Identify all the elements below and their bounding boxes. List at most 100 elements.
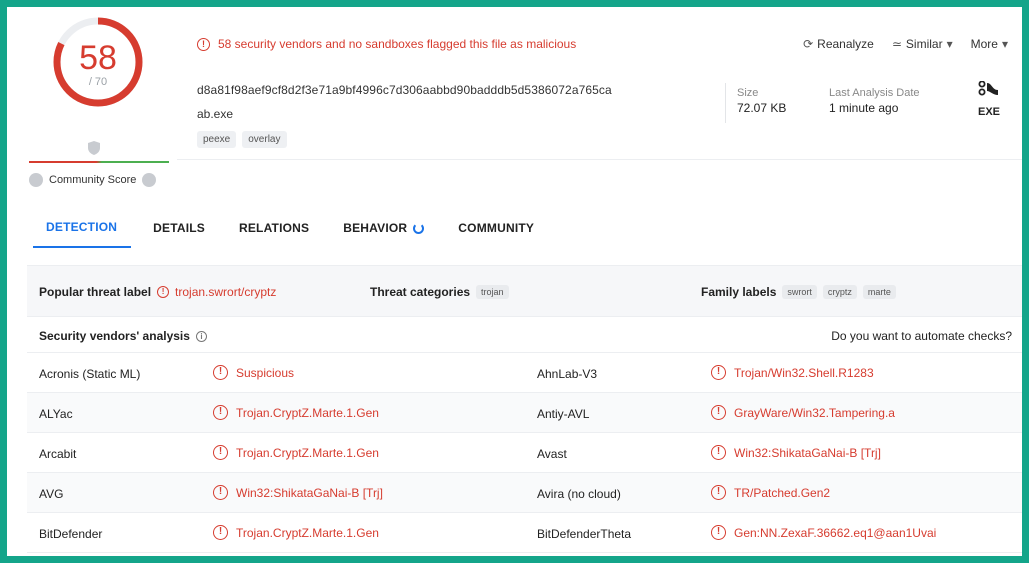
vendor-name: BitDefenderTheta — [537, 527, 632, 541]
result-text: Trojan.CryptZ.Marte.1.Gen — [236, 405, 379, 420]
date-value: 1 minute ago — [829, 101, 899, 115]
vendor-name: Acronis (Static ML) — [39, 367, 141, 381]
tab-bar: DETECTION DETAILS RELATIONS BEHAVIOR COM… — [33, 213, 568, 248]
reanalyze-label: Reanalyze — [817, 37, 874, 51]
alert-icon: ! — [711, 485, 726, 500]
header-actions: ⟳ Reanalyze ≃ Similar ▾ More ▾ — [803, 37, 1008, 51]
alert-icon: ! — [213, 405, 228, 420]
similar-button[interactable]: ≃ Similar ▾ — [892, 37, 953, 51]
alert-icon: ! — [213, 485, 228, 500]
popular-label: Popular threat label — [39, 285, 152, 299]
vendor-name: Arcabit — [39, 447, 77, 461]
file-name: ab.exe — [197, 107, 234, 121]
vendor-name: Avira (no cloud) — [537, 487, 621, 501]
shield-icon — [88, 141, 100, 155]
popular-value[interactable]: trojan.swrort/cryptz — [175, 285, 276, 299]
vendor-name: AhnLab-V3 — [537, 367, 598, 381]
loading-spinner-icon — [413, 222, 425, 234]
divider — [177, 159, 1022, 160]
family-label: Family labels — [701, 285, 777, 299]
result-text: Win32:ShikataGaNai-B [Trj] — [236, 485, 383, 500]
alert-icon: ! — [197, 37, 210, 51]
family-chip[interactable]: swrort — [782, 285, 817, 299]
detection-count: 58 — [79, 39, 117, 77]
vendor-result: ! GrayWare/Win32.Tampering.a — [711, 405, 895, 420]
alert-icon: ! — [711, 525, 726, 540]
info-icon[interactable]: i — [195, 330, 207, 342]
divider — [725, 83, 726, 123]
tab-behavior-label: BEHAVIOR — [343, 221, 408, 235]
category-chip[interactable]: trojan — [476, 285, 509, 299]
tab-relations[interactable]: RELATIONS — [239, 213, 309, 248]
categories-label: Threat categories — [370, 285, 471, 299]
vendor-name: Antiy-AVL — [537, 407, 590, 421]
vendors-title: Security vendors' analysis i — [39, 329, 207, 343]
result-text: Trojan.CryptZ.Marte.1.Gen — [236, 525, 379, 540]
table-row: AVG ! Win32:ShikataGaNai-B [Trj] Avira (n… — [27, 473, 1022, 513]
vendor-result: ! Trojan.CryptZ.Marte.1.Gen — [213, 445, 379, 460]
result-text: GrayWare/Win32.Tampering.a — [734, 405, 895, 420]
vendor-result: ! Win32:ShikataGaNai-B [Trj] — [711, 445, 881, 460]
vendor-name: BitDefender — [39, 527, 103, 541]
refresh-icon: ⟳ — [803, 37, 814, 51]
date-label: Last Analysis Date — [829, 87, 920, 99]
vendor-result: ! Trojan.CryptZ.Marte.1.Gen — [213, 525, 379, 540]
vendor-result: ! Win32:ShikataGaNai-B [Trj] — [213, 485, 383, 500]
threat-categories: Threat categories trojan — [370, 285, 509, 299]
alert-icon: ! — [157, 286, 170, 298]
executable-icon — [978, 80, 998, 96]
size-value: 72.07 KB — [737, 101, 787, 115]
alert-icon: ! — [711, 445, 726, 460]
thumbs-down-icon[interactable] — [29, 173, 43, 187]
engine-total: / 70 — [88, 76, 108, 88]
community-score: Community Score — [29, 171, 169, 189]
size-label: Size — [737, 87, 759, 99]
table-row: ALYac ! Trojan.CryptZ.Marte.1.Gen Antiy-A… — [27, 393, 1022, 433]
thumbs-up-icon[interactable] — [142, 173, 157, 187]
vendor-result: ! TR/Patched.Gen2 — [711, 485, 830, 500]
malicious-alert: ! 58 security vendors and no sandboxes f… — [197, 37, 576, 51]
vendors-title-text: Security vendors' analysis — [39, 329, 190, 343]
more-button[interactable]: More ▾ — [971, 37, 1008, 51]
alert-icon: ! — [711, 405, 726, 420]
vendors-table: Acronis (Static ML) ! Suspicious AhnLab-V… — [27, 353, 1022, 553]
alert-icon: ! — [213, 445, 228, 460]
file-type: EXE — [969, 80, 1009, 118]
similar-label: Similar — [905, 37, 943, 51]
vendor-result: ! Suspicious — [213, 365, 294, 380]
file-tags: peexe overlay — [197, 131, 287, 148]
file-size: Size 72.07 KB — [737, 87, 786, 115]
family-chip[interactable]: cryptz — [822, 285, 857, 299]
tab-details[interactable]: DETAILS — [153, 213, 205, 248]
tab-community[interactable]: COMMUNITY — [458, 213, 534, 248]
alert-text: 58 security vendors and no sandboxes fla… — [218, 37, 577, 51]
file-hash[interactable]: d8a81f98aef9cf8d2f3e71a9bf4996c7d306aabb… — [197, 83, 612, 97]
vendors-header: Security vendors' analysis i Do you want… — [27, 317, 1022, 353]
tab-behavior[interactable]: BEHAVIOR — [343, 213, 425, 248]
automate-checks-link[interactable]: Do you want to automate checks? — [831, 329, 1012, 343]
result-text: Suspicious — [236, 365, 295, 380]
table-row: BitDefender ! Trojan.CryptZ.Marte.1.Gen B… — [27, 513, 1022, 553]
file-type-label: EXE — [977, 106, 1000, 118]
vendor-result: ! Gen:NN.ZexaF.36662.eq1@aan1Uvai — [711, 525, 936, 540]
vendor-name: Avast — [537, 447, 567, 461]
family-chip[interactable]: marte — [862, 285, 896, 299]
vendor-name: ALYac — [39, 407, 73, 421]
tag-peexe[interactable]: peexe — [197, 131, 237, 148]
vendor-result: ! Trojan.CryptZ.Marte.1.Gen — [213, 405, 379, 420]
caret-down-icon: ▾ — [946, 37, 953, 51]
table-row: Arcabit ! Trojan.CryptZ.Marte.1.Gen Avast… — [27, 433, 1022, 473]
community-score-label: Community Score — [49, 174, 137, 186]
more-label: More — [970, 37, 998, 51]
tag-overlay[interactable]: overlay — [242, 131, 287, 148]
vendor-name: AVG — [39, 487, 64, 501]
reanalyze-button[interactable]: ⟳ Reanalyze — [803, 37, 874, 51]
equals-icon: ≃ — [891, 37, 902, 51]
result-text: Trojan.CryptZ.Marte.1.Gen — [236, 445, 379, 460]
result-text: Win32:ShikataGaNai-B [Trj] — [734, 445, 881, 460]
main-panel: 58 / 70 Community Score ! 58 security ve… — [7, 7, 1022, 556]
result-text: Trojan/Win32.Shell.R1283 — [734, 365, 874, 380]
community-score-bar — [29, 161, 169, 163]
tab-detection[interactable]: DETECTION — [33, 213, 132, 248]
alert-icon: ! — [213, 365, 228, 380]
